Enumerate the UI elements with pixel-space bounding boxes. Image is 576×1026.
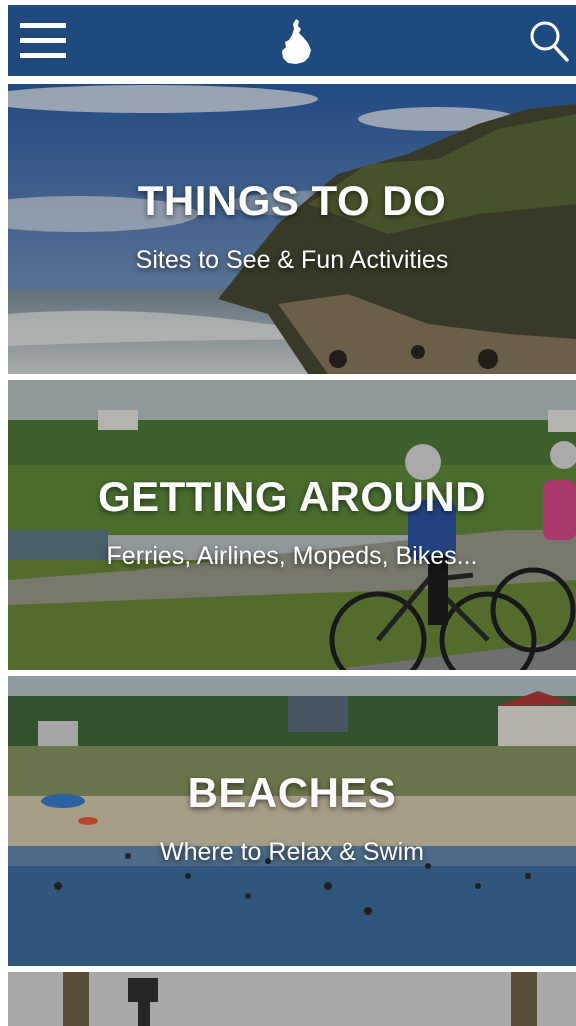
card-title: THINGS TO DO: [137, 177, 447, 224]
card-title: BEACHES: [187, 769, 397, 816]
image-overlay: [8, 380, 576, 670]
image-overlay: [8, 84, 576, 374]
card-getting-around[interactable]: GETTING AROUND Ferries, Airlines, Mopeds…: [8, 380, 576, 670]
app-header: [8, 5, 576, 76]
partial-photo: [8, 972, 576, 1026]
hamburger-menu-icon[interactable]: [20, 23, 66, 59]
card-subtitle: Where to Relax & Swim: [160, 838, 424, 866]
image-overlay: [8, 676, 576, 966]
card-beaches[interactable]: BEACHES Where to Relax & Swim: [8, 676, 576, 966]
page: THINGS TO DO Sites to See & Fun Activiti…: [0, 0, 576, 1026]
card-subtitle: Ferries, Airlines, Mopeds, Bikes...: [106, 542, 478, 570]
card-title: GETTING AROUND: [97, 473, 487, 520]
card-things-to-do[interactable]: THINGS TO DO Sites to See & Fun Activiti…: [8, 84, 576, 374]
card-subtitle: Sites to See & Fun Activities: [135, 246, 449, 274]
search-icon[interactable]: [528, 19, 570, 63]
card-partial[interactable]: [8, 972, 576, 1026]
block-island-logo[interactable]: [280, 17, 314, 65]
